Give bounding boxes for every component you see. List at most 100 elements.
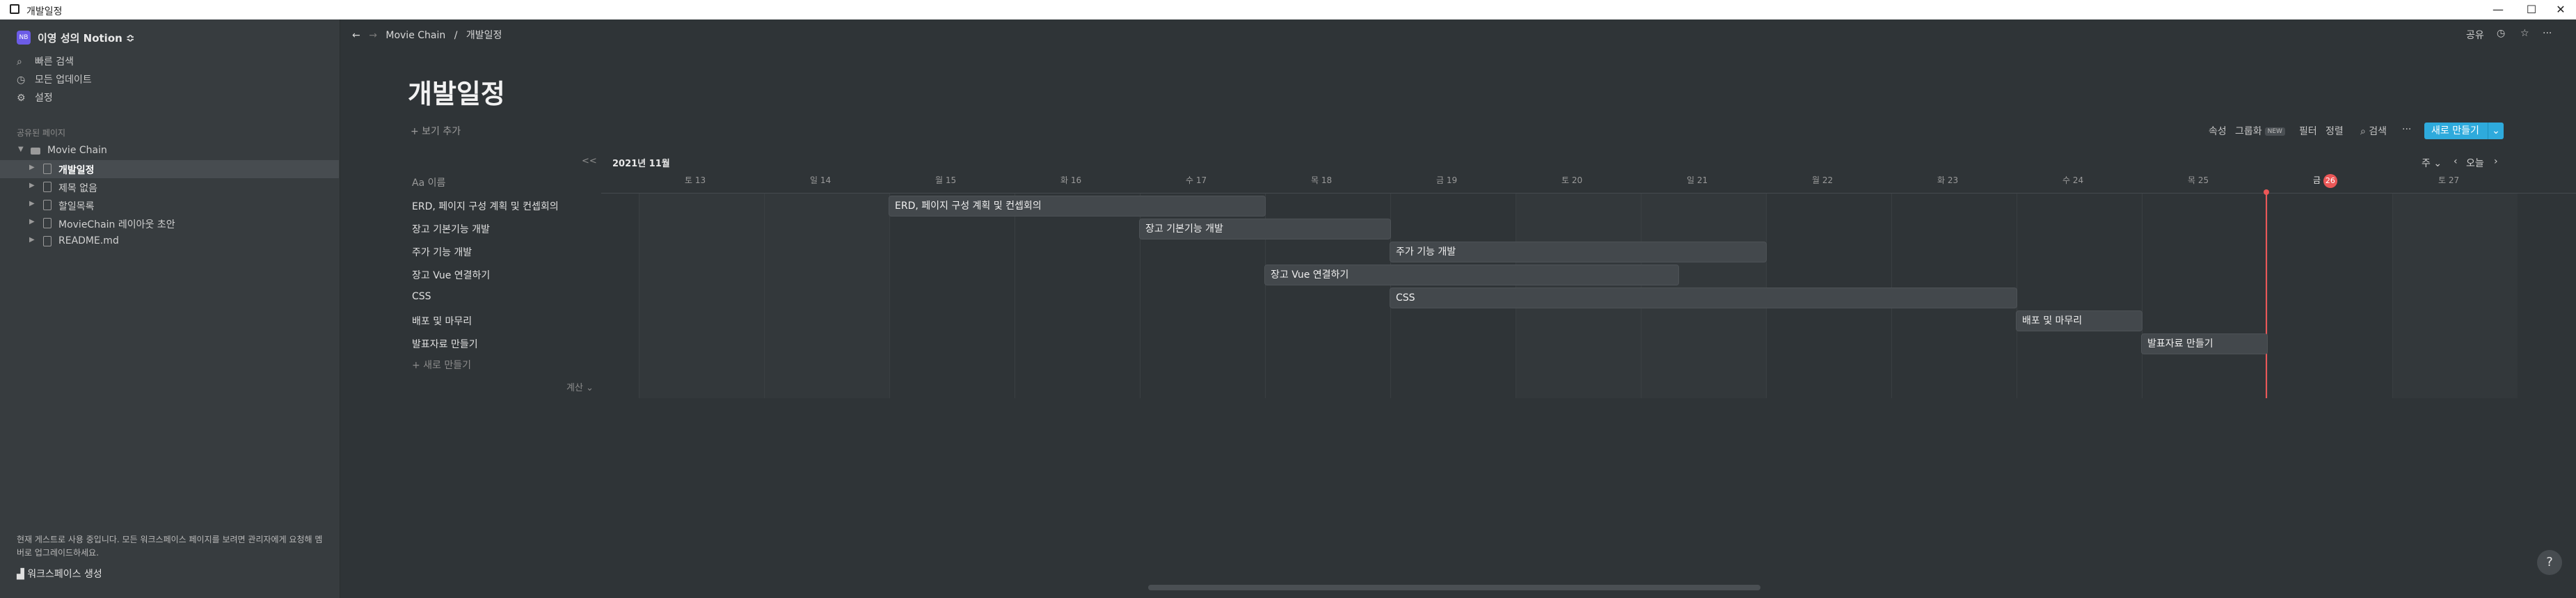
group-by-button[interactable]: 그룹화 NEW [2235, 124, 2285, 138]
sidebar-item-label: Movie Chain [47, 145, 107, 156]
sort-button[interactable]: 정렬 [2325, 124, 2344, 138]
filter-button[interactable]: 필터 [2299, 124, 2317, 138]
day-label-text: 금 [2313, 175, 2321, 185]
help-button[interactable]: ? [2537, 550, 2562, 575]
day-label: 목 18 [1311, 174, 1332, 186]
sidebar: NB 이영 성의 Notion ≎ ⌕ 빠른 검색 ◷ 모든 업데이트 ⚙ 설정 공유… [0, 19, 340, 598]
building-icon: ▟ [17, 569, 24, 580]
database-more-icon[interactable]: ··· [2402, 124, 2411, 135]
expand-right-icon[interactable]: ▶ [29, 164, 35, 171]
day-label-text: 월 22 [1812, 175, 1834, 185]
day-label: 토 13 [685, 174, 706, 186]
document-icon [43, 218, 51, 228]
timeline-month: 2021년 11월 [612, 159, 670, 169]
task-bar[interactable]: 장고 기본기능 개발 [1140, 219, 1390, 239]
all-updates-label: 모든 업데이트 [35, 74, 92, 86]
task-bar[interactable]: ERD, 페이지 구성 계획 및 컨셉회의 [889, 196, 1265, 216]
history-icon[interactable]: ◷ [2497, 28, 2505, 39]
create-workspace-button[interactable]: ▟ 워크스페이스 생성 [17, 567, 102, 581]
notion-icon [10, 4, 19, 14]
properties-button[interactable]: 속성 [2209, 124, 2227, 138]
chevron-down-icon[interactable]: ⌄ [2488, 123, 2504, 139]
expand-right-icon[interactable]: ▶ [29, 182, 35, 189]
quick-search-label: 빠른 검색 [35, 56, 74, 68]
document-icon [43, 200, 51, 210]
breadcrumb-movie-chain[interactable]: Movie Chain [385, 30, 445, 41]
expand-down-icon[interactable]: ▼ [18, 145, 24, 153]
back-arrow-icon[interactable]: ← [352, 30, 360, 41]
day-divider [764, 194, 765, 398]
day-label-text: 일 14 [810, 175, 832, 185]
clock-icon: ◷ [17, 74, 26, 86]
calculate-dropdown[interactable]: 계산 ⌄ [566, 380, 594, 393]
task-name-cell[interactable]: ERD, 페이지 구성 계획 및 컨셉회의 [412, 199, 559, 213]
gear-icon: ⚙ [17, 93, 26, 104]
task-name-cell[interactable]: 주가 기능 개발 [412, 245, 472, 259]
task-bar[interactable]: 주가 기능 개발 [1390, 242, 1766, 262]
more-options-icon[interactable]: ··· [2543, 28, 2552, 39]
prev-period-icon[interactable]: ‹ [2454, 156, 2458, 167]
day-label-today: 금 26 [2313, 174, 2337, 188]
close-button[interactable]: ✕ [2541, 0, 2576, 19]
day-label: 화 16 [1060, 174, 1081, 186]
all-updates-link[interactable]: ◷ 모든 업데이트 [17, 72, 92, 89]
day-label-text: 토 27 [2438, 175, 2460, 185]
new-row-button[interactable]: + 새로 만들기 [412, 358, 471, 372]
search-icon: ⌕ [17, 56, 22, 68]
task-name-cell[interactable]: 배포 및 마무리 [412, 314, 472, 328]
day-label: 일 21 [1687, 174, 1708, 186]
day-divider [2267, 194, 2268, 398]
search-button[interactable]: ⌕ 검색 [2360, 124, 2387, 138]
expand-right-icon[interactable]: ▶ [29, 236, 35, 244]
sidebar-item-untitled[interactable]: ▶ 제목 없음 [0, 178, 339, 196]
new-item-button[interactable]: 새로 만들기 ⌄ [2424, 123, 2504, 139]
day-label: 토 27 [2438, 174, 2459, 186]
name-column-header[interactable]: Aa 이름 [412, 175, 445, 189]
horizontal-scrollbar[interactable] [1148, 585, 1760, 590]
task-bar[interactable]: 배포 및 마무리 [2017, 311, 2142, 331]
task-name-cell[interactable]: 장고 Vue 연결하기 [412, 268, 490, 282]
settings-link[interactable]: ⚙ 설정 [17, 91, 53, 107]
forward-arrow-icon[interactable]: → [369, 30, 377, 41]
add-view-button[interactable]: + 보기 추가 [411, 124, 461, 138]
share-button[interactable]: 공유 [2466, 28, 2484, 42]
sidebar-item-readme[interactable]: ▶ README.md [0, 233, 339, 251]
day-label-text: 수 24 [2062, 175, 2084, 185]
breadcrumb-current-page[interactable]: 개발일정 [466, 30, 502, 41]
task-name-cell[interactable]: 장고 기본기능 개발 [412, 222, 490, 236]
task-bar[interactable]: 발표자료 만들기 [2142, 334, 2267, 354]
sidebar-item-layout-draft[interactable]: ▶ MovieChain 레이아웃 초안 [0, 214, 339, 233]
task-bar[interactable]: 장고 Vue 연결하기 [1265, 265, 1678, 285]
sidebar-item-dev-schedule[interactable]: ▶ 개발일정 [0, 160, 339, 178]
day-label: 토 20 [1561, 174, 1582, 186]
today-indicator-line [2266, 194, 2267, 398]
guest-notice: 현재 게스트로 사용 중입니다. 모든 워크스페이스 페이지를 보려면 관리자에… [17, 535, 323, 558]
window-titlebar: 개발일정 — ☐ ✕ [0, 0, 2576, 19]
sidebar-item-label: MovieChain 레이아웃 초안 [58, 219, 175, 230]
page-icon [31, 148, 40, 155]
next-period-icon[interactable]: › [2494, 156, 2498, 167]
day-label: 수 17 [1186, 174, 1207, 186]
task-bar[interactable]: CSS [1390, 288, 2017, 308]
task-name-cell[interactable]: 발표자료 만들기 [412, 337, 478, 351]
day-label-text: 수 17 [1186, 175, 1207, 185]
collapse-table-button[interactable]: << [582, 156, 597, 166]
star-icon[interactable]: ☆ [2520, 28, 2529, 39]
day-label: 목 25 [2188, 174, 2209, 186]
sidebar-item-movie-chain[interactable]: ▼ Movie Chain [0, 142, 339, 160]
sidebar-item-todo[interactable]: ▶ 할일목록 [0, 196, 339, 214]
expand-right-icon[interactable]: ▶ [29, 218, 35, 226]
zoom-scale-select[interactable]: 주 ⌄ [2422, 156, 2442, 170]
weekend-column [764, 194, 889, 398]
today-button[interactable]: 오늘 [2466, 156, 2484, 170]
day-label-text: 금 19 [1436, 175, 1458, 185]
expand-right-icon[interactable]: ▶ [29, 200, 35, 207]
day-label: 금 19 [1436, 174, 1457, 186]
timeline-grid[interactable]: 토 13 일 14 월 15 화 16 수 17 목 18 금 19 토 20 일 21 월 22… [601, 170, 2576, 398]
sidebar-item-label: 제목 없음 [58, 183, 97, 194]
workspace-avatar[interactable]: NB [17, 31, 31, 45]
day-divider [889, 194, 890, 398]
task-name-cell[interactable]: CSS [412, 291, 431, 302]
quick-search-link[interactable]: ⌕ 빠른 검색 [17, 54, 74, 71]
workspace-switcher[interactable]: 이영 성의 Notion ≎ [38, 31, 135, 45]
